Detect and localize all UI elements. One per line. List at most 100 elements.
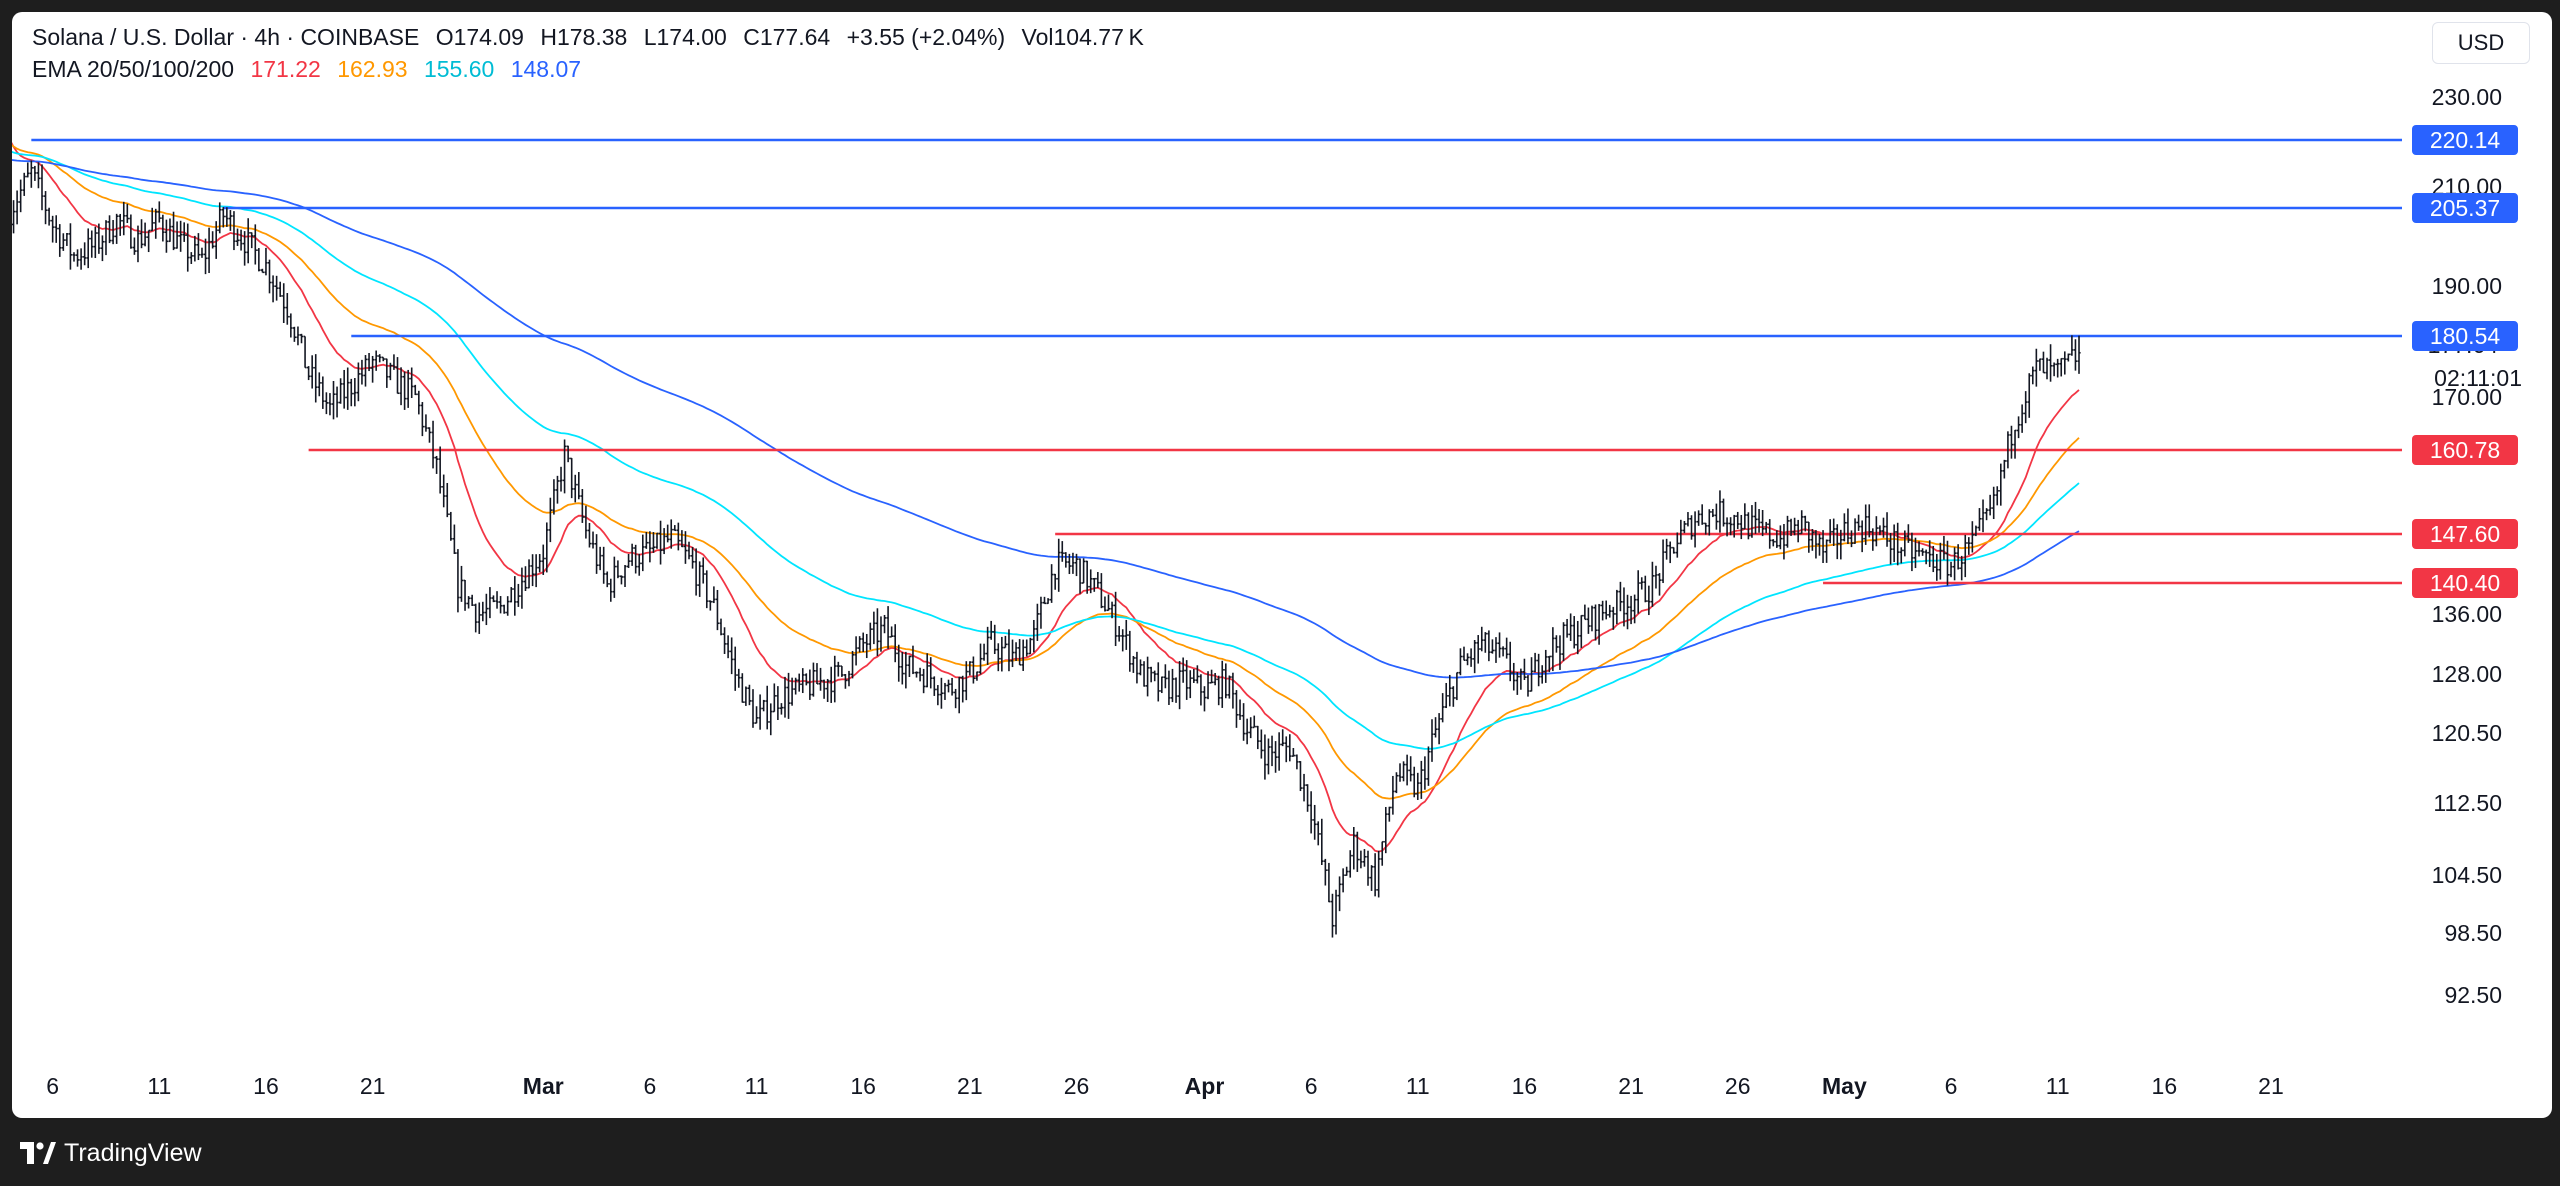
candle <box>51 215 55 243</box>
candle <box>360 359 364 385</box>
candle <box>1853 518 1857 544</box>
candle <box>1640 577 1644 590</box>
candle <box>410 367 414 399</box>
candle <box>1377 850 1381 898</box>
candle <box>1142 661 1146 687</box>
candle <box>2059 357 2063 377</box>
candle <box>1288 734 1292 762</box>
candle <box>1256 725 1260 750</box>
candle <box>1615 589 1619 625</box>
symbol-title[interactable]: Solana / U.S. Dollar · 4h · COINBASE <box>32 24 419 50</box>
candle <box>523 566 528 592</box>
candle <box>2024 391 2028 424</box>
candle <box>1266 738 1271 775</box>
candle <box>922 668 926 694</box>
candle <box>2048 344 2053 382</box>
candle <box>1352 827 1356 870</box>
candle <box>808 669 812 700</box>
candle <box>310 355 314 389</box>
candle <box>2031 366 2035 385</box>
ema-200-value: 148.07 <box>510 56 582 82</box>
candle <box>1273 741 1278 773</box>
candle <box>1714 503 1718 530</box>
candle <box>552 479 556 515</box>
tradingview-logo[interactable]: TradingView <box>20 1138 202 1168</box>
candle <box>449 511 453 541</box>
candle <box>562 439 567 494</box>
chart-panel[interactable]: 230.00 210.00 190.00 170.00 136.00 128.00 120.… <box>12 12 2552 1118</box>
price-tick-label: 128.00 <box>2432 661 2502 687</box>
candle <box>1366 850 1370 886</box>
candle <box>1039 596 1043 629</box>
price-tick-label: 92.50 <box>2444 982 2502 1008</box>
candle <box>1000 636 1004 672</box>
price-chart[interactable]: 230.00210.00190.00170.00136.00128.00120.… <box>12 12 2552 1118</box>
candle <box>1860 520 1864 553</box>
time-tick-label: Mar <box>523 1073 564 1099</box>
candle <box>1569 613 1573 641</box>
candle <box>1636 570 1640 614</box>
candle <box>12 200 16 234</box>
currency-selector[interactable]: USD <box>2432 22 2530 64</box>
candle <box>1711 508 1715 518</box>
candle <box>751 689 755 728</box>
candle <box>1992 486 1996 520</box>
candle <box>207 227 211 274</box>
candle <box>1416 772 1420 800</box>
candle <box>1885 512 1889 547</box>
candle <box>580 489 584 523</box>
candle <box>1657 573 1662 596</box>
candle <box>65 233 69 246</box>
candle <box>538 554 542 573</box>
candle <box>1337 876 1342 912</box>
candle <box>882 614 887 634</box>
candle <box>47 207 51 226</box>
candle <box>1398 763 1402 782</box>
candle <box>850 650 855 679</box>
candle <box>1817 533 1822 556</box>
candle <box>2013 429 2017 459</box>
candle <box>196 233 201 261</box>
brand-name: TradingView <box>64 1138 202 1167</box>
candle <box>1757 509 1761 533</box>
candle <box>2041 351 2046 374</box>
candle <box>385 358 389 388</box>
candle <box>1508 641 1512 682</box>
candle <box>658 520 663 565</box>
candle <box>267 259 272 294</box>
candle <box>1828 519 1832 544</box>
time-tick-label: 21 <box>360 1073 386 1099</box>
candle <box>914 671 919 678</box>
candle <box>1156 662 1160 702</box>
candle <box>271 275 275 303</box>
level-price-tag: 220.14 <box>2412 125 2518 155</box>
ema-20-value: 171.22 <box>250 56 321 82</box>
candle <box>626 553 631 568</box>
candle <box>179 220 183 252</box>
candle <box>1224 663 1228 699</box>
candle <box>1192 669 1196 683</box>
candle <box>943 682 947 700</box>
change-value: +3.55 (+2.04%) <box>846 24 1006 50</box>
candle <box>346 367 350 410</box>
candle <box>203 238 208 275</box>
candle <box>1807 521 1811 553</box>
candle <box>2063 351 2067 375</box>
candle <box>1857 514 1861 531</box>
candle <box>470 594 474 606</box>
app-frame: 230.00 210.00 190.00 170.00 136.00 128.00 120.… <box>0 0 2560 1186</box>
candle <box>698 561 702 597</box>
ema-legend[interactable]: EMA 20/50/100/200 171.22 162.93 155.60 1… <box>32 56 591 83</box>
candle <box>687 541 691 560</box>
candle <box>961 675 965 703</box>
candle <box>29 160 33 188</box>
candle <box>36 162 41 189</box>
candle <box>239 229 243 251</box>
candle <box>1497 632 1502 658</box>
candle <box>1437 713 1441 745</box>
candle <box>1888 533 1893 565</box>
candle <box>829 666 833 703</box>
candle <box>395 357 400 395</box>
ema-50-value: 162.93 <box>337 56 408 82</box>
candle <box>1579 614 1583 648</box>
